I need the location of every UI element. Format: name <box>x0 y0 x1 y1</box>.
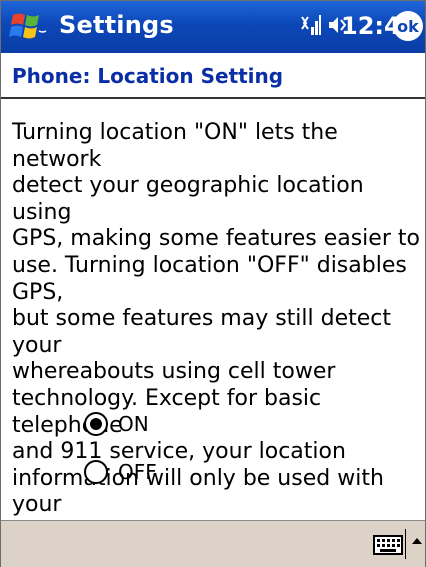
sip-separator <box>405 529 406 559</box>
windows-start-flag-icon[interactable] <box>9 9 47 45</box>
page-title: Phone: Location Setting <box>12 64 284 88</box>
app-title[interactable]: Settings <box>59 11 174 39</box>
ok-button[interactable]: ok <box>393 11 423 41</box>
status-icons <box>299 13 347 41</box>
keyboard-icon[interactable] <box>373 534 403 556</box>
sip-menu-arrow-icon[interactable] <box>411 531 423 551</box>
radio-selected-dot <box>90 418 102 430</box>
radio-on-label[interactable]: ON <box>118 412 149 436</box>
radio-off-indicator[interactable] <box>84 460 108 484</box>
radio-on-indicator[interactable] <box>84 412 108 436</box>
header-divider <box>1 97 425 99</box>
bottom-command-bar <box>1 520 425 567</box>
location-description: Turning location "ON" lets the network d… <box>12 120 420 544</box>
radio-off[interactable]: OFF <box>84 460 157 484</box>
signal-icon[interactable] <box>299 13 321 41</box>
title-bar: Settings 12:43 ok <box>1 1 425 53</box>
radio-on[interactable]: ON <box>84 412 149 436</box>
radio-off-label[interactable]: OFF <box>118 460 157 484</box>
